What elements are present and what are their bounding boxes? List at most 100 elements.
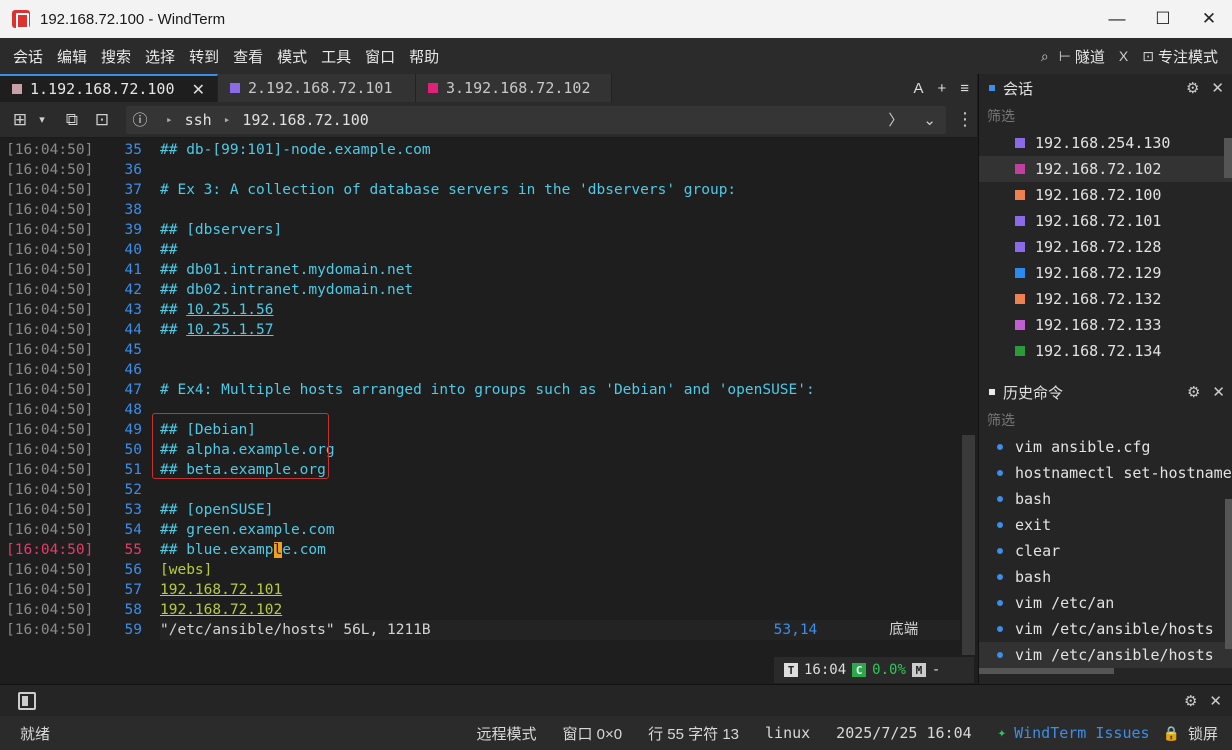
address-bar[interactable]: ⓘ ▸ ssh ▸ 192.168.72.100 〉 ⌄	[126, 105, 946, 134]
time-badge-icon: T	[784, 663, 798, 677]
gear-icon[interactable]: ⚙	[1187, 383, 1200, 401]
session-list-item[interactable]: 192.168.72.128	[979, 234, 1232, 260]
terminal-scrollbar[interactable]	[960, 140, 977, 684]
close-icon[interactable]: ✕	[1211, 79, 1224, 97]
minimize-button[interactable]: —	[1094, 0, 1140, 38]
tab-session-1[interactable]: 1.192.168.72.100 ✕	[0, 74, 218, 102]
chevron-down-icon[interactable]: ⌄	[913, 111, 946, 129]
history-list-item[interactable]: bash	[979, 486, 1232, 512]
history-list-item[interactable]: hostnamectl set-hostname	[979, 460, 1232, 486]
terminal-line: [16:04:50] 52	[0, 480, 960, 500]
history-list-item[interactable]: clear	[979, 538, 1232, 564]
info-icon[interactable]: ⓘ	[126, 109, 154, 130]
address-protocol[interactable]: ssh	[185, 111, 212, 129]
ip-link[interactable]: 10.25.1.56	[186, 302, 273, 318]
menu-mode[interactable]: 模式	[270, 46, 314, 67]
line-number: 50	[124, 442, 142, 458]
session-list-item[interactable]: 192.168.72.100	[979, 182, 1232, 208]
session-settings-icon[interactable]: ⊡	[92, 110, 112, 130]
line-timestamp: [16:04:50]	[6, 282, 94, 298]
close-icon[interactable]: ✕	[1209, 692, 1222, 710]
window-size[interactable]: 窗口 0×0	[550, 723, 636, 744]
history-command: exit	[1015, 516, 1052, 534]
vim-file-stats: 56L, 1211B	[334, 622, 431, 638]
tab-menu-button[interactable]: ≡	[960, 80, 969, 97]
history-scrollbar[interactable]	[1225, 499, 1232, 649]
windterm-icon: ✦	[997, 725, 1007, 741]
more-options-icon[interactable]: ⋮	[956, 109, 974, 130]
tab-close-icon[interactable]: ✕	[192, 80, 205, 99]
history-filter-input[interactable]: 筛选	[979, 406, 1232, 434]
history-list-item[interactable]: vim /etc/ansible/hosts	[979, 642, 1232, 668]
panel-toggle-icon[interactable]	[18, 691, 36, 710]
chevron-right-icon[interactable]: 〉	[878, 109, 913, 130]
ip-link[interactable]: 192.168.72.101	[160, 582, 282, 598]
scrollbar-thumb[interactable]	[962, 435, 975, 655]
session-color-square	[1015, 216, 1025, 226]
line-timestamp: [16:04:50]	[6, 622, 94, 638]
lock-screen-button[interactable]: 🔒 锁屏	[1163, 723, 1232, 744]
gear-icon[interactable]: ⚙	[1186, 79, 1199, 97]
text-cursor: l	[273, 542, 283, 558]
tab-session-2[interactable]: 2.192.168.72.101	[218, 74, 416, 102]
new-session-icon[interactable]: ⊞	[10, 110, 30, 130]
history-list-item[interactable]: vim /etc/ansible/hosts	[979, 616, 1232, 642]
session-list-item[interactable]: 192.168.72.133	[979, 312, 1232, 338]
menu-search[interactable]: 搜索	[94, 46, 138, 67]
ip-link[interactable]: 10.25.1.57	[186, 322, 273, 338]
gear-icon[interactable]: ⚙	[1184, 692, 1197, 710]
menu-edit[interactable]: 编辑	[50, 46, 94, 67]
remote-mode[interactable]: 远程模式	[464, 723, 550, 744]
close-button[interactable]: ✕	[1186, 0, 1232, 38]
tab-session-3[interactable]: 3.192.168.72.102	[416, 74, 612, 102]
history-pane-header: 历史命令 ⚙ ✕	[979, 378, 1232, 406]
sessions-filter-input[interactable]: 筛选	[979, 102, 1232, 130]
chevron-down-icon[interactable]: ▾	[32, 110, 52, 130]
history-list-item[interactable]: bash	[979, 564, 1232, 590]
menu-window[interactable]: 窗口	[358, 46, 402, 67]
history-list-item[interactable]: exit	[979, 512, 1232, 538]
windterm-issues-link[interactable]: ✦ WindTerm Issues	[985, 724, 1163, 742]
close-icon[interactable]: ✕	[1212, 383, 1225, 401]
line-text: ## 10.25.1.57	[160, 320, 274, 340]
vim-scroll-position: 底端	[889, 622, 919, 638]
line-timestamp: [16:04:50]	[6, 602, 94, 618]
tab-label: 3.192.168.72.102	[446, 79, 591, 97]
menu-tools[interactable]: 工具	[314, 46, 358, 67]
line-text: ## blue.example.com	[160, 540, 326, 560]
maximize-button[interactable]: ☐	[1140, 0, 1186, 38]
line-timestamp: [16:04:50]	[6, 462, 94, 478]
font-button[interactable]: A	[913, 80, 923, 97]
menu-help[interactable]: 帮助	[402, 46, 446, 67]
session-label: 192.168.72.102	[1035, 160, 1162, 178]
session-list-item[interactable]: 192.168.72.102	[979, 156, 1232, 182]
menu-select[interactable]: 选择	[138, 46, 182, 67]
menu-view[interactable]: 查看	[226, 46, 270, 67]
duplicate-session-icon[interactable]: ⧉	[62, 110, 82, 130]
history-list-item[interactable]: vim ansible.cfg	[979, 434, 1232, 460]
new-tab-button[interactable]: +	[937, 80, 946, 97]
session-list-item[interactable]: 192.168.72.129	[979, 260, 1232, 286]
tab-label: 2.192.168.72.101	[248, 79, 393, 97]
address-host[interactable]: 192.168.72.100	[242, 111, 368, 129]
terminal-output[interactable]: [16:04:50] 35 ## db-[99:101]-node.example.…	[0, 140, 960, 640]
session-list-item[interactable]: 192.168.72.101	[979, 208, 1232, 234]
session-list-item[interactable]: 192.168.72.132	[979, 286, 1232, 312]
search-icon[interactable]: ⌕	[1041, 48, 1049, 65]
tunnel-button[interactable]: ⊢ 隧道	[1055, 46, 1109, 67]
focus-mode-button[interactable]: ⊡ 专注模式	[1138, 46, 1222, 67]
x-button[interactable]: X	[1115, 48, 1132, 64]
ip-link[interactable]: 192.168.72.102	[160, 602, 282, 618]
sessions-scrollbar[interactable]	[1224, 138, 1232, 178]
menu-goto[interactable]: 转到	[182, 46, 226, 67]
os-type[interactable]: linux	[752, 724, 823, 742]
session-list-item[interactable]: 192.168.254.130	[979, 130, 1232, 156]
history-list-item[interactable]: vim /etc/an	[979, 590, 1232, 616]
cursor-position[interactable]: 行 55 字符 13	[635, 723, 752, 744]
line-number: 56	[124, 562, 142, 578]
memory-value: -	[931, 662, 941, 678]
history-horizontal-scrollbar[interactable]	[979, 668, 1114, 674]
menu-session[interactable]: 会话	[6, 46, 50, 67]
terminal-line: [16:04:50] 37 # Ex 3: A collection of data…	[0, 180, 960, 200]
session-list-item[interactable]: 192.168.72.134	[979, 338, 1232, 364]
